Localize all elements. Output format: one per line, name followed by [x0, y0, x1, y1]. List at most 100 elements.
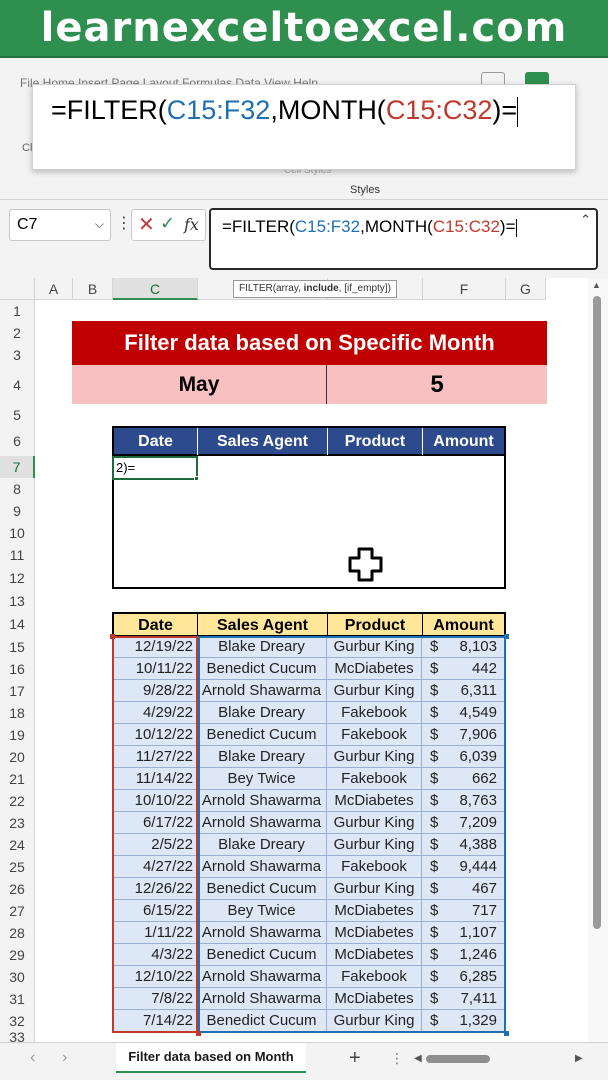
- agent-cell[interactable]: Blake Dreary: [197, 746, 327, 768]
- row-header-14[interactable]: 14: [0, 612, 35, 636]
- data-header-agent[interactable]: Sales Agent: [198, 614, 328, 636]
- amount-cell[interactable]: $442: [422, 658, 506, 680]
- scroll-up-icon[interactable]: ▲: [592, 280, 601, 290]
- row-header-25[interactable]: 25: [0, 856, 35, 878]
- more-icon[interactable]: ⋮: [116, 213, 132, 233]
- row-header-2[interactable]: 2: [0, 322, 35, 344]
- date-cell[interactable]: 10/12/22: [112, 724, 197, 746]
- product-cell[interactable]: McDiabetes: [327, 900, 422, 922]
- amount-cell[interactable]: $1,329: [422, 1010, 506, 1032]
- product-cell[interactable]: McDiabetes: [327, 944, 422, 966]
- product-cell[interactable]: McDiabetes: [327, 922, 422, 944]
- date-cell[interactable]: 4/3/22: [112, 944, 197, 966]
- agent-cell[interactable]: Blake Dreary: [197, 636, 327, 658]
- product-cell[interactable]: Gurbur King: [327, 834, 422, 856]
- amount-cell[interactable]: $9,444: [422, 856, 506, 878]
- data-header-date[interactable]: Date: [114, 614, 198, 636]
- date-cell[interactable]: 6/15/22: [112, 900, 197, 922]
- product-cell[interactable]: McDiabetes: [327, 988, 422, 1010]
- active-cell-c7[interactable]: 2)=: [112, 456, 198, 480]
- date-cell[interactable]: 11/14/22: [112, 768, 197, 790]
- row-header-29[interactable]: 29: [0, 944, 35, 966]
- column-header-g[interactable]: G: [506, 278, 546, 300]
- name-box[interactable]: C7 ⌵: [9, 209, 111, 241]
- more-icon[interactable]: ⋮: [390, 1050, 404, 1067]
- chevron-down-icon[interactable]: ⌵: [95, 217, 104, 232]
- data-header-amount[interactable]: Amount: [423, 614, 504, 636]
- row-header-5[interactable]: 5: [0, 404, 35, 426]
- range-handle[interactable]: [504, 1031, 509, 1036]
- agent-cell[interactable]: Benedict Cucum: [197, 878, 327, 900]
- amount-cell[interactable]: $6,039: [422, 746, 506, 768]
- product-cell[interactable]: Fakebook: [327, 724, 422, 746]
- amount-cell[interactable]: $1,246: [422, 944, 506, 966]
- horizontal-scroll-thumb[interactable]: [426, 1055, 490, 1063]
- row-header-11[interactable]: 11: [0, 544, 35, 566]
- agent-cell[interactable]: Benedict Cucum: [197, 1010, 327, 1032]
- amount-cell[interactable]: $6,285: [422, 966, 506, 988]
- check-icon[interactable]: ✓: [160, 213, 175, 234]
- date-cell[interactable]: 10/11/22: [112, 658, 197, 680]
- row-header-16[interactable]: 16: [0, 658, 35, 680]
- amount-cell[interactable]: $8,763: [422, 790, 506, 812]
- row-header-3[interactable]: 3: [0, 344, 35, 366]
- amount-cell[interactable]: $467: [422, 878, 506, 900]
- insert-function-icon[interactable]: fx: [184, 215, 199, 234]
- agent-cell[interactable]: Arnold Shawarma: [197, 812, 327, 834]
- amount-cell[interactable]: $7,411: [422, 988, 506, 1010]
- date-cell[interactable]: 7/14/22: [112, 1010, 197, 1032]
- agent-cell[interactable]: Bey Twice: [197, 900, 327, 922]
- date-cell[interactable]: 4/29/22: [112, 702, 197, 724]
- row-header-22[interactable]: 22: [0, 790, 35, 812]
- row-header-27[interactable]: 27: [0, 900, 35, 922]
- agent-cell[interactable]: Arnold Shawarma: [197, 988, 327, 1010]
- add-sheet-icon[interactable]: +: [349, 1047, 361, 1070]
- row-header-13[interactable]: 13: [0, 590, 35, 612]
- row-header-30[interactable]: 30: [0, 966, 35, 988]
- output-header-date[interactable]: Date: [114, 428, 198, 455]
- row-header-15[interactable]: 15: [0, 636, 35, 658]
- scroll-right-icon[interactable]: ▶: [575, 1053, 583, 1064]
- product-cell[interactable]: McDiabetes: [327, 658, 422, 680]
- vertical-scroll-thumb[interactable]: [593, 296, 601, 929]
- range-handle[interactable]: [504, 634, 509, 639]
- range-handle[interactable]: [110, 634, 115, 639]
- date-cell[interactable]: 4/27/22: [112, 856, 197, 878]
- amount-cell[interactable]: $8,103: [422, 636, 506, 658]
- column-header-c[interactable]: C: [113, 278, 198, 300]
- prev-sheet-icon[interactable]: ‹: [30, 1049, 35, 1067]
- agent-cell[interactable]: Arnold Shawarma: [197, 790, 327, 812]
- row-header-10[interactable]: 10: [0, 522, 35, 544]
- row-header-8[interactable]: 8: [0, 478, 35, 500]
- sheet-tab-active[interactable]: Filter data based on Month: [116, 1043, 306, 1073]
- output-header-amount[interactable]: Amount: [423, 428, 504, 455]
- date-cell[interactable]: 2/5/22: [112, 834, 197, 856]
- date-cell[interactable]: 1/11/22: [112, 922, 197, 944]
- amount-cell[interactable]: $7,209: [422, 812, 506, 834]
- amount-cell[interactable]: $4,388: [422, 834, 506, 856]
- date-cell[interactable]: 12/26/22: [112, 878, 197, 900]
- product-cell[interactable]: McDiabetes: [327, 790, 422, 812]
- row-header-6[interactable]: 6: [0, 426, 35, 456]
- agent-cell[interactable]: Benedict Cucum: [197, 724, 327, 746]
- row-header-18[interactable]: 18: [0, 702, 35, 724]
- next-sheet-icon[interactable]: ›: [62, 1049, 67, 1067]
- row-header-17[interactable]: 17: [0, 680, 35, 702]
- amount-cell[interactable]: $1,107: [422, 922, 506, 944]
- row-header-23[interactable]: 23: [0, 812, 35, 834]
- product-cell[interactable]: Fakebook: [327, 966, 422, 988]
- agent-cell[interactable]: Blake Dreary: [197, 834, 327, 856]
- product-cell[interactable]: Fakebook: [327, 768, 422, 790]
- fill-handle[interactable]: [194, 476, 199, 481]
- select-all-corner[interactable]: [0, 278, 35, 300]
- range-handle[interactable]: [196, 1031, 201, 1036]
- product-cell[interactable]: Gurbur King: [327, 1010, 422, 1032]
- agent-cell[interactable]: Arnold Shawarma: [197, 680, 327, 702]
- date-cell[interactable]: 6/17/22: [112, 812, 197, 834]
- date-cell[interactable]: 7/8/22: [112, 988, 197, 1010]
- agent-cell[interactable]: Bey Twice: [197, 768, 327, 790]
- cancel-icon[interactable]: ✕: [138, 212, 155, 237]
- row-header-4[interactable]: 4: [0, 366, 35, 404]
- agent-cell[interactable]: Arnold Shawarma: [197, 966, 327, 988]
- formula-input[interactable]: =FILTER(C15:F32,MONTH(C15:C32)= ⌃: [209, 208, 598, 270]
